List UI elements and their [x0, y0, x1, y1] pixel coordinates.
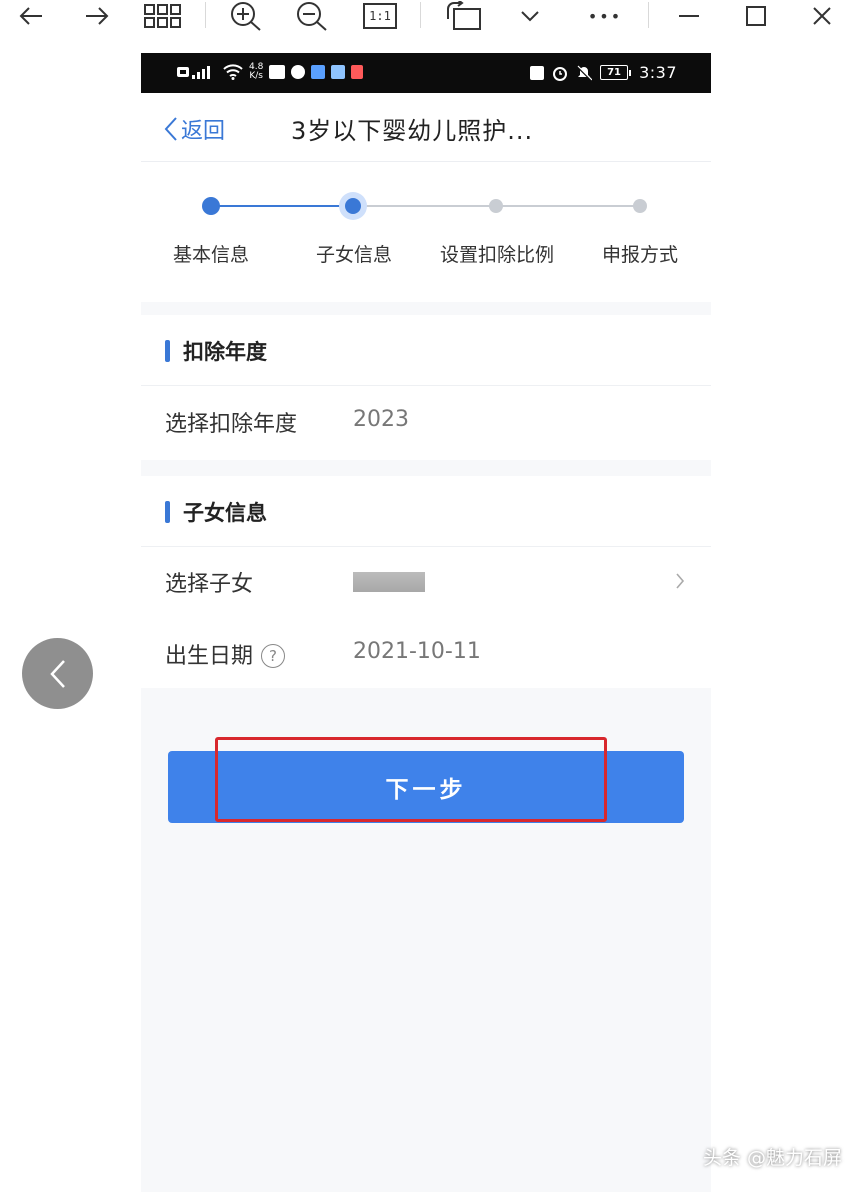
select-year-row[interactable]: 选择扣除年度 2023: [141, 386, 711, 458]
grid-icon[interactable]: [141, 0, 185, 32]
step-label-child: 子女信息: [315, 244, 393, 266]
wifi-icon: [223, 64, 243, 80]
nfc-icon: [530, 65, 545, 80]
actual-size-label: 1:1: [363, 3, 397, 29]
arrow-right-icon[interactable]: [80, 0, 114, 32]
app-notification-icon: [269, 65, 286, 79]
clock: 3:37: [639, 63, 677, 82]
status-left: 4.8 K/s: [177, 63, 364, 81]
chevron-right-icon: [676, 573, 685, 589]
section-title: 子女信息: [183, 501, 267, 525]
back-label: 返回: [181, 119, 226, 144]
select-year-value: 2023: [353, 407, 409, 432]
watermark: 头条 @魅力石屏: [702, 1147, 842, 1169]
step-dot-done: [202, 197, 220, 215]
birth-date-value: 2021-10-11: [353, 639, 481, 664]
previous-image-button[interactable]: [22, 638, 93, 709]
zoom-out-icon[interactable]: [292, 0, 332, 32]
zoom-in-icon[interactable]: [226, 0, 266, 32]
qq-icon: [291, 65, 306, 79]
step-dot-current: [345, 198, 361, 214]
nav-bar: 返回 3岁以下婴幼儿照护...: [141, 93, 711, 162]
close-icon[interactable]: [806, 0, 838, 32]
alarm-icon: [553, 66, 568, 81]
arrow-left-icon[interactable]: [14, 0, 48, 32]
section-accent-bar: [165, 501, 170, 523]
app-notification-icon: [331, 65, 346, 79]
deduction-year-section: 扣除年度 选择扣除年度 2023: [141, 315, 711, 460]
battery-icon: 71: [600, 65, 632, 80]
redacted-child-name: [353, 572, 425, 592]
chevron-left-icon: [164, 117, 177, 141]
more-icon[interactable]: •••: [582, 0, 628, 32]
battery-level: 71: [600, 65, 629, 80]
net-speed-unit: K/s: [249, 71, 263, 81]
progress-steps: 基本信息 子女信息 设置扣除比例 申报方式: [141, 162, 711, 302]
step-label-ratio: 设置扣除比例: [439, 244, 555, 266]
section-header: 扣除年度: [141, 315, 711, 386]
select-child-row[interactable]: 选择子女: [141, 546, 711, 618]
birth-date-row: 出生日期? 2021-10-11: [141, 618, 711, 690]
next-step-button[interactable]: 下一步: [168, 751, 684, 823]
page-title: 3岁以下婴幼儿照护...: [291, 117, 534, 145]
step-label-basic: 基本信息: [172, 244, 250, 266]
minimize-icon[interactable]: [673, 0, 705, 32]
step-dot-todo: [633, 199, 647, 213]
section-title: 扣除年度: [183, 340, 267, 364]
status-right: 71 3:37: [530, 63, 677, 82]
viewer-toolbar: 1:1 •••: [0, 0, 862, 34]
chevron-left-icon: [49, 659, 65, 688]
signal-icon: [177, 66, 210, 79]
net-speed: 4.8 K/s: [249, 63, 263, 81]
chevron-down-icon[interactable]: [514, 0, 546, 32]
section-header: 子女信息: [141, 476, 711, 547]
birth-date-label-wrap: 出生日期?: [165, 638, 286, 670]
back-button[interactable]: 返回: [163, 113, 225, 145]
maximize-icon[interactable]: [740, 0, 772, 32]
step-label-method: 申报方式: [601, 244, 679, 266]
step-connector-done: [211, 205, 353, 207]
select-child-label: 选择子女: [165, 572, 254, 597]
actual-size-icon[interactable]: 1:1: [360, 0, 400, 32]
step-dot-todo: [489, 199, 503, 213]
app-notification-icon: [311, 65, 326, 79]
select-year-label: 选择扣除年度: [165, 412, 298, 437]
birth-date-label: 出生日期: [165, 644, 254, 669]
help-icon[interactable]: ?: [261, 644, 286, 668]
phone-screenshot: 4.8 K/s 71 3:37 返回 3岁以下婴幼儿照护... 基本信息 子女信…: [141, 53, 711, 1192]
mute-icon: [576, 64, 593, 81]
child-info-section: 子女信息 选择子女 出生日期? 2021-10-11: [141, 476, 711, 688]
section-accent-bar: [165, 340, 170, 362]
rotate-icon[interactable]: [442, 0, 486, 32]
status-bar: 4.8 K/s 71 3:37: [141, 53, 711, 93]
app-notification-icon: [351, 65, 364, 79]
